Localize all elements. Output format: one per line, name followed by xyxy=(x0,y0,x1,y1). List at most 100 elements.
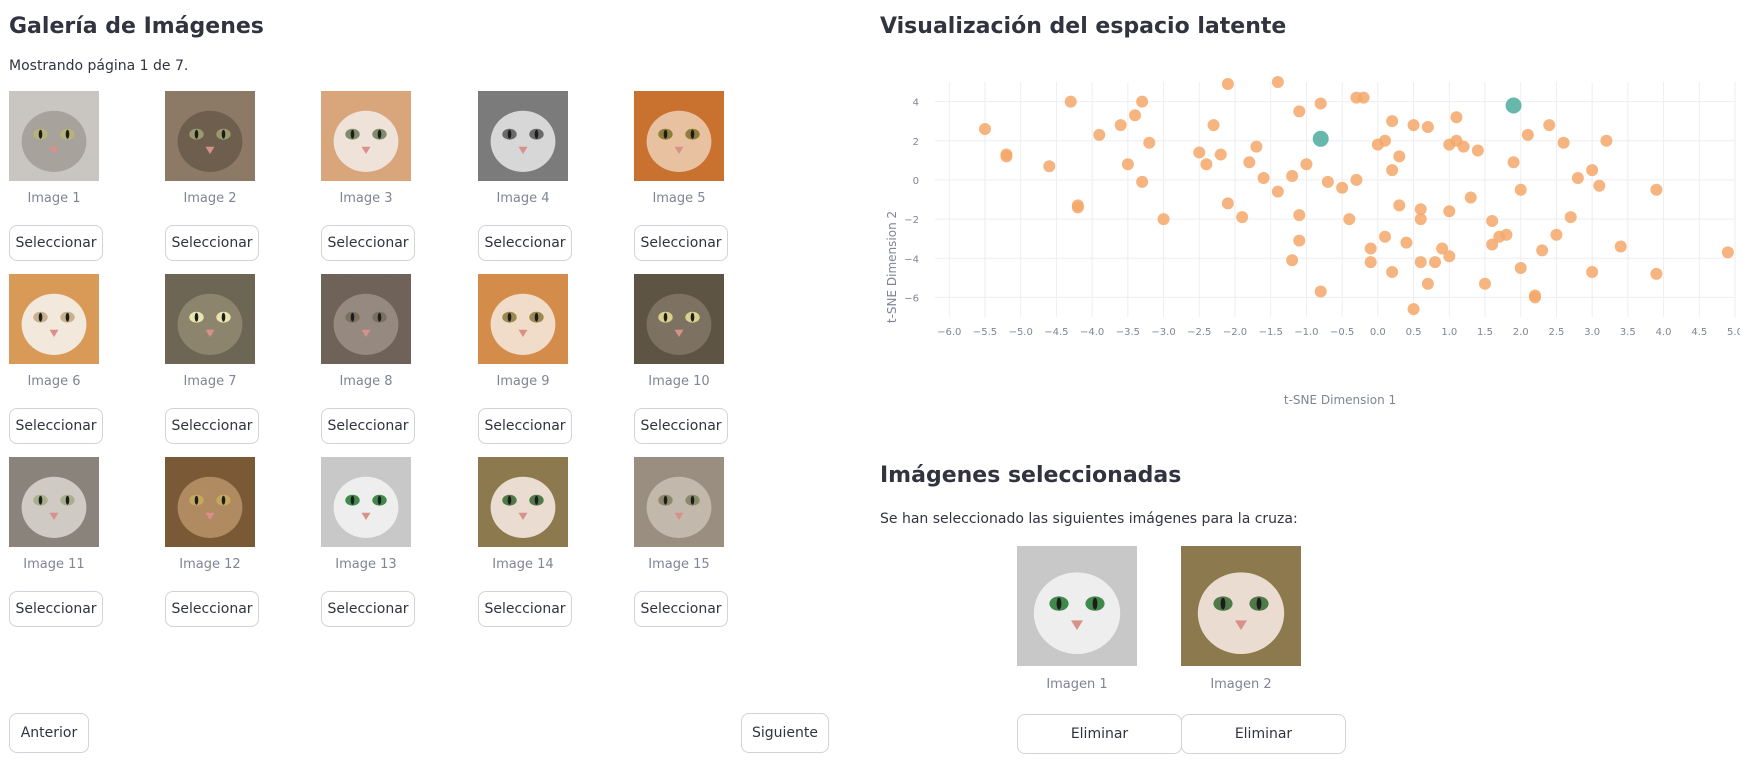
latent-point[interactable] xyxy=(1543,119,1556,132)
select-image-button[interactable]: Seleccionar xyxy=(9,591,103,627)
latent-point[interactable] xyxy=(1386,265,1399,278)
latent-point[interactable] xyxy=(1557,136,1570,149)
latent-point[interactable] xyxy=(1043,160,1056,173)
latent-point[interactable] xyxy=(1514,183,1527,196)
latent-point[interactable] xyxy=(1507,156,1520,169)
latent-point[interactable] xyxy=(1243,156,1256,169)
latent-point[interactable] xyxy=(1157,213,1170,226)
latent-point[interactable] xyxy=(1064,95,1077,108)
latent-point[interactable] xyxy=(1343,213,1356,226)
latent-point[interactable] xyxy=(1221,197,1234,210)
latent-point[interactable] xyxy=(1650,183,1663,196)
latent-point[interactable] xyxy=(1486,215,1499,228)
latent-point[interactable] xyxy=(1271,185,1284,198)
latent-point[interactable] xyxy=(1129,109,1141,122)
latent-point[interactable] xyxy=(1071,201,1084,214)
latent-point[interactable] xyxy=(1429,256,1441,269)
latent-point[interactable] xyxy=(1386,164,1399,177)
latent-point[interactable] xyxy=(1450,111,1463,124)
latent-point[interactable] xyxy=(1550,228,1563,241)
latent-point[interactable] xyxy=(1386,115,1399,128)
latent-point[interactable] xyxy=(1500,228,1513,241)
select-image-button[interactable]: Seleccionar xyxy=(478,408,572,444)
select-image-button[interactable]: Seleccionar xyxy=(634,591,728,627)
latent-point[interactable] xyxy=(1721,246,1734,259)
latent-point[interactable] xyxy=(1414,213,1427,226)
latent-point[interactable] xyxy=(1400,236,1413,249)
scatter-svg[interactable]: −6.0 −5.5 −5.0 −4.5 −4.0 −3.5 −3.0 −2.5 −2.0 −1.5… xyxy=(880,62,1743,412)
latent-point[interactable] xyxy=(1336,181,1349,194)
latent-point[interactable] xyxy=(1593,179,1606,192)
select-image-button[interactable]: Seleccionar xyxy=(165,408,259,444)
latent-point[interactable] xyxy=(1293,234,1306,247)
select-image-button[interactable]: Seleccionar xyxy=(9,408,103,444)
latent-point[interactable] xyxy=(1136,95,1149,108)
latent-point[interactable] xyxy=(1200,158,1213,171)
latent-point[interactable] xyxy=(1250,140,1263,153)
latent-point[interactable] xyxy=(1379,230,1391,243)
latent-point[interactable] xyxy=(1314,97,1327,110)
latent-point[interactable] xyxy=(1286,254,1299,267)
remove-image-button[interactable]: Eliminar xyxy=(1181,714,1346,754)
selected-point[interactable] xyxy=(1312,130,1329,147)
prev-page-button[interactable]: Anterior xyxy=(9,713,89,753)
latent-point[interactable] xyxy=(1600,134,1613,147)
select-image-button[interactable]: Seleccionar xyxy=(165,591,259,627)
next-page-button[interactable]: Siguiente xyxy=(741,713,829,753)
remove-image-button[interactable]: Eliminar xyxy=(1017,714,1182,754)
latent-point[interactable] xyxy=(1350,173,1363,186)
latent-point[interactable] xyxy=(1293,105,1306,118)
latent-point[interactable] xyxy=(1521,128,1534,141)
latent-point[interactable] xyxy=(1571,171,1584,184)
latent-point[interactable] xyxy=(1093,128,1106,141)
latent-point[interactable] xyxy=(1214,148,1227,161)
latent-point[interactable] xyxy=(979,123,991,135)
latent-point[interactable] xyxy=(1650,267,1663,280)
latent-point[interactable] xyxy=(1379,134,1391,147)
latent-point[interactable] xyxy=(1393,150,1406,163)
select-image-button[interactable]: Seleccionar xyxy=(165,225,259,261)
latent-point[interactable] xyxy=(1407,119,1420,132)
latent-point[interactable] xyxy=(1536,244,1549,257)
latent-point[interactable] xyxy=(1464,191,1477,204)
latent-point[interactable] xyxy=(1586,164,1599,177)
latent-point[interactable] xyxy=(1000,150,1013,163)
latent-point[interactable] xyxy=(1564,211,1577,224)
select-image-button[interactable]: Seleccionar xyxy=(634,408,728,444)
latent-point[interactable] xyxy=(1614,240,1627,253)
latent-point[interactable] xyxy=(1114,119,1127,132)
latent-point[interactable] xyxy=(1364,242,1377,255)
latent-point[interactable] xyxy=(1514,262,1527,275)
latent-point[interactable] xyxy=(1443,250,1456,263)
latent-point[interactable] xyxy=(1300,158,1313,171)
latent-point[interactable] xyxy=(1479,277,1491,290)
latent-point[interactable] xyxy=(1586,265,1599,278)
latent-point[interactable] xyxy=(1357,91,1370,104)
latent-point[interactable] xyxy=(1457,140,1470,153)
select-image-button[interactable]: Seleccionar xyxy=(634,225,728,261)
latent-point[interactable] xyxy=(1443,205,1456,218)
latent-point[interactable] xyxy=(1471,144,1484,157)
latent-point[interactable] xyxy=(1221,77,1234,90)
select-image-button[interactable]: Seleccionar xyxy=(321,225,415,261)
selected-point[interactable] xyxy=(1505,97,1522,114)
latent-point[interactable] xyxy=(1421,121,1434,134)
latent-point[interactable] xyxy=(1314,285,1327,298)
latent-point[interactable] xyxy=(1321,175,1334,188)
latent-scatter-chart[interactable]: −6.0 −5.5 −5.0 −4.5 −4.0 −3.5 −3.0 −2.5 −2.0 −1.5… xyxy=(880,62,1743,412)
latent-point[interactable] xyxy=(1407,303,1420,316)
latent-point[interactable] xyxy=(1421,277,1434,290)
select-image-button[interactable]: Seleccionar xyxy=(321,408,415,444)
select-image-button[interactable]: Seleccionar xyxy=(478,591,572,627)
select-image-button[interactable]: Seleccionar xyxy=(478,225,572,261)
latent-point[interactable] xyxy=(1143,136,1156,149)
latent-point[interactable] xyxy=(1364,256,1377,269)
latent-point[interactable] xyxy=(1293,209,1306,222)
latent-point[interactable] xyxy=(1207,119,1220,132)
latent-point[interactable] xyxy=(1121,158,1134,171)
select-image-button[interactable]: Seleccionar xyxy=(321,591,415,627)
latent-point[interactable] xyxy=(1136,175,1149,188)
latent-point[interactable] xyxy=(1257,171,1270,184)
latent-point[interactable] xyxy=(1286,170,1299,182)
latent-point[interactable] xyxy=(1414,256,1427,269)
